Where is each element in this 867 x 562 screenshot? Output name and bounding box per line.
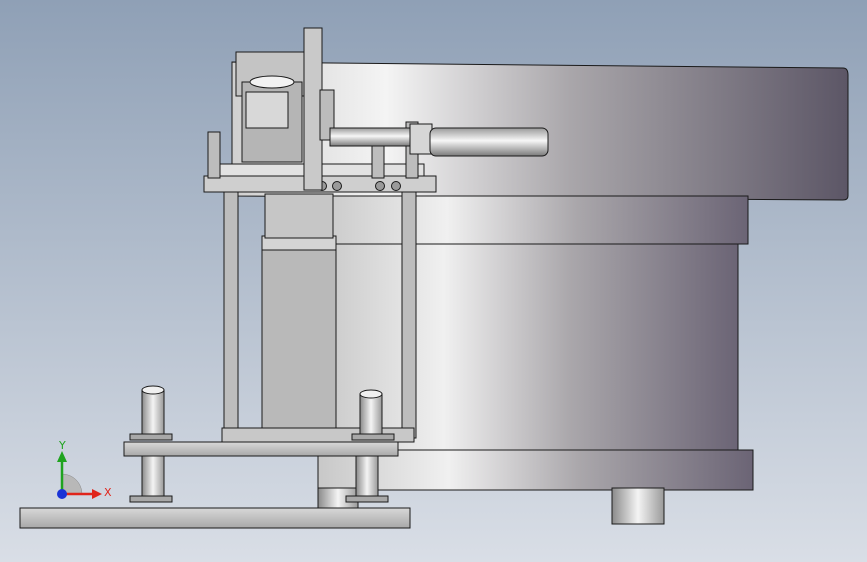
post-right-upper-cap <box>359 389 383 399</box>
x-axis-label: X <box>104 486 112 499</box>
cad-viewport[interactable]: Y X <box>0 0 867 562</box>
washer <box>345 495 389 503</box>
screw <box>391 181 401 191</box>
cylinder <box>429 127 549 157</box>
post-left-lower <box>141 455 165 503</box>
screw <box>375 181 385 191</box>
shaft <box>329 127 411 147</box>
mid-plate <box>123 441 399 457</box>
post-right-upper <box>359 393 383 439</box>
motor-neck <box>264 193 334 239</box>
model-view[interactable] <box>0 0 867 562</box>
frame-leg-right <box>401 191 417 439</box>
y-axis-arrow <box>57 451 67 462</box>
bracket-left <box>207 131 221 179</box>
post-left-upper <box>141 389 165 439</box>
gripper-cap <box>249 75 295 89</box>
z-axis-dot <box>57 489 67 499</box>
motor-column[interactable] <box>261 193 337 433</box>
x-axis-arrow <box>92 489 102 499</box>
washer <box>351 433 395 441</box>
bowl-foot-right <box>611 487 665 525</box>
post-left-upper-cap <box>141 385 165 395</box>
frame-leg-left <box>223 189 239 441</box>
coupler <box>409 123 433 155</box>
post-right-lower <box>355 455 379 503</box>
motor-body <box>261 235 337 433</box>
coordinate-triad: Y X <box>57 439 112 499</box>
washer <box>129 433 173 441</box>
y-axis-label: Y <box>58 439 66 452</box>
screw <box>332 181 342 191</box>
bowl-ring <box>317 195 749 245</box>
washer <box>129 495 173 503</box>
gripper-face <box>245 91 289 129</box>
vertical-plate <box>303 27 323 191</box>
